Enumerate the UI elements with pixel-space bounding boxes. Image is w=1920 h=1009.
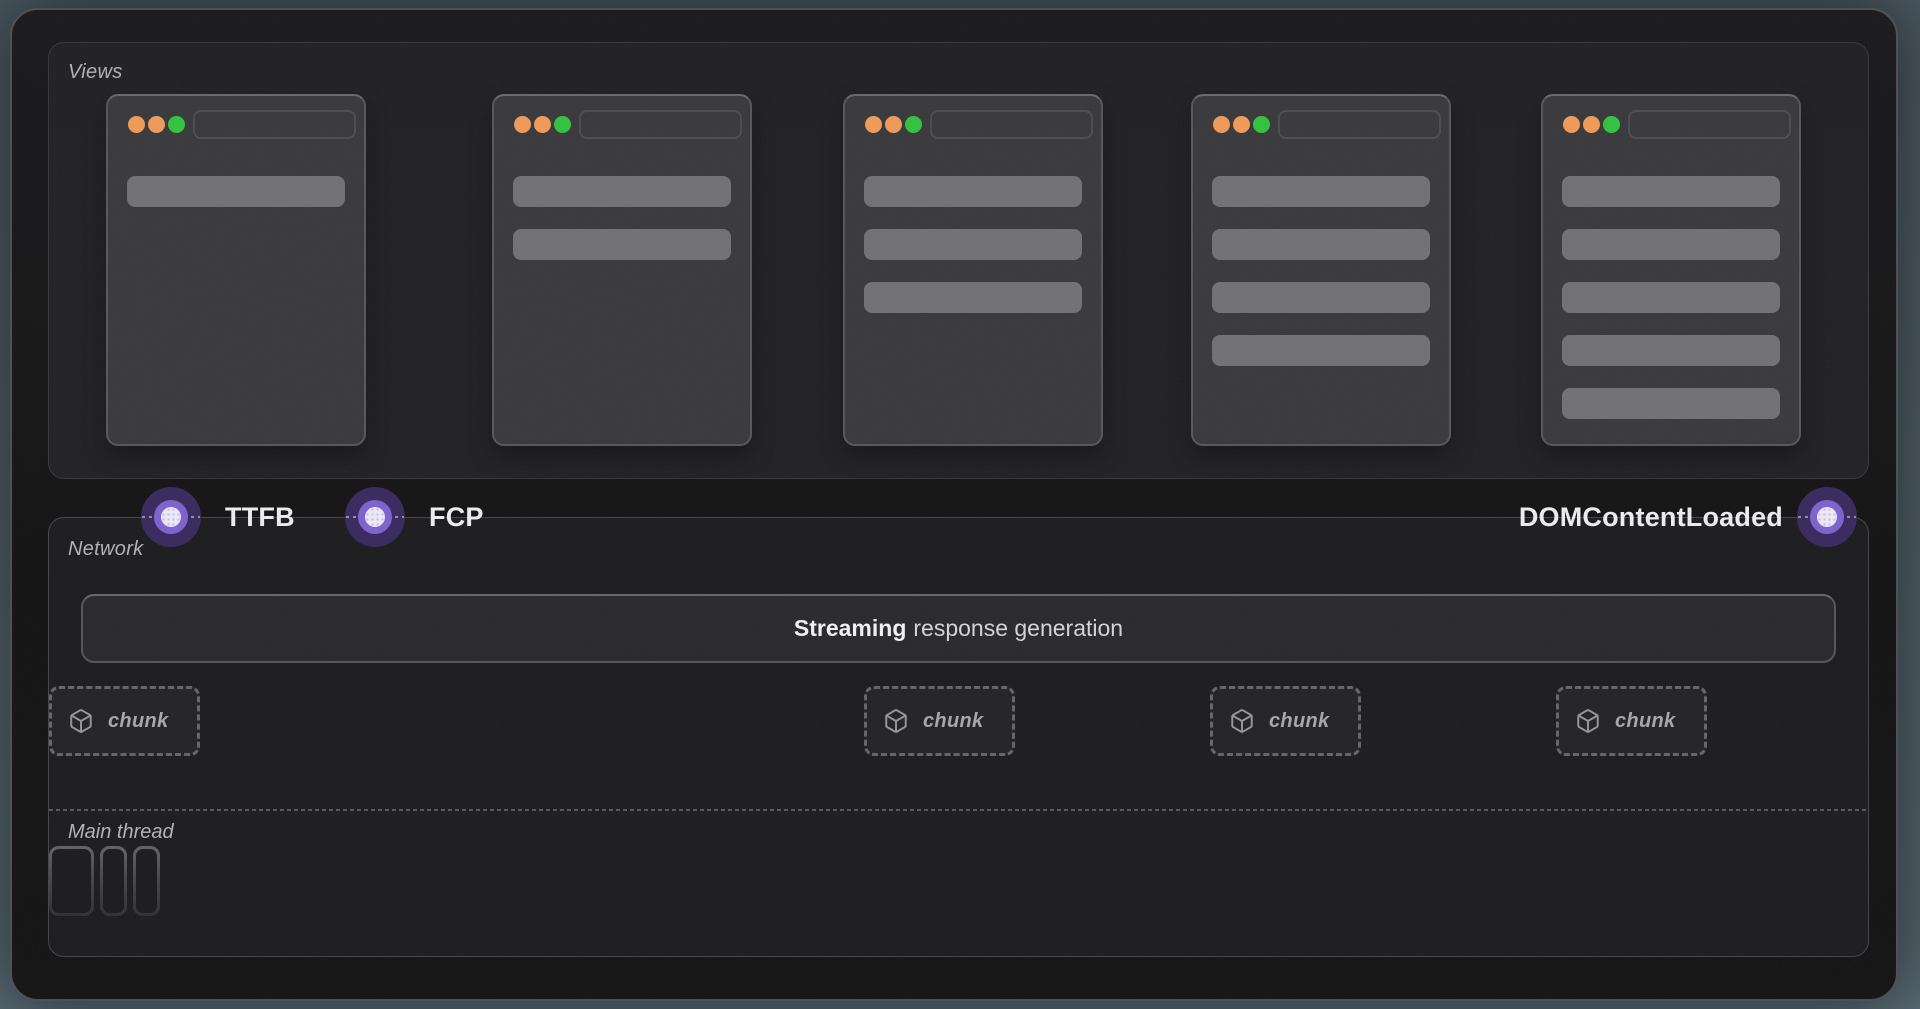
content-skeleton-bar — [1212, 176, 1430, 207]
domcontentloaded-marker-icon — [1797, 487, 1857, 547]
content-skeleton-bar — [1212, 282, 1430, 313]
content-skeleton-bar — [864, 176, 1082, 207]
marker-mid-ring — [154, 500, 188, 534]
content-skeleton-bar — [1562, 335, 1780, 366]
traffic-light-icon — [885, 116, 902, 133]
content-skeleton-bar — [513, 229, 731, 260]
task-block — [100, 846, 127, 916]
chunk-box: chunk — [49, 686, 200, 756]
traffic-light-icon — [168, 116, 185, 133]
views-panel: Views — [48, 42, 1869, 479]
traffic-light-icon — [554, 116, 571, 133]
url-bar — [579, 110, 742, 139]
content-skeleton-bar — [1562, 176, 1780, 207]
content-skeleton-bar — [1562, 388, 1780, 419]
traffic-light-icon — [1583, 116, 1600, 133]
chunk-box: chunk — [1210, 686, 1361, 756]
network-label: Network — [68, 538, 143, 561]
ttfb-marker-icon — [141, 487, 201, 547]
cube-icon — [883, 708, 909, 734]
content-skeleton-bar — [1212, 229, 1430, 260]
cube-icon — [68, 708, 94, 734]
main-thread-divider — [49, 809, 1868, 811]
marker-core-dot — [1817, 507, 1837, 527]
main-thread-label: Main thread — [68, 821, 174, 844]
network-panel: Network Streaming response generation ch… — [48, 517, 1869, 957]
content-skeleton-bar — [127, 176, 345, 207]
window-content-bars — [127, 176, 345, 207]
traffic-light-icon — [865, 116, 882, 133]
marker-mid-ring — [358, 500, 392, 534]
window-content-bars — [864, 176, 1082, 313]
chunk-label: chunk — [923, 710, 983, 733]
chunk-label: chunk — [1269, 710, 1329, 733]
content-skeleton-bar — [1562, 282, 1780, 313]
content-skeleton-bar — [513, 176, 731, 207]
fcp-marker-icon — [345, 487, 405, 547]
traffic-light-icon — [1233, 116, 1250, 133]
fcp-label: FCP — [429, 502, 484, 532]
views-label: Views — [68, 61, 123, 84]
streaming-bar-label: response generation — [913, 615, 1123, 642]
task-group — [49, 846, 160, 916]
window-content-bars — [1562, 176, 1780, 419]
traffic-light-icon — [1563, 116, 1580, 133]
task-block — [133, 846, 160, 916]
browser-window-5 — [1541, 94, 1801, 446]
chunk-box: chunk — [864, 686, 1015, 756]
streaming-response-bar: Streaming response generation — [81, 594, 1836, 663]
traffic-light-icon — [148, 116, 165, 133]
browser-window-2 — [492, 94, 752, 446]
browser-window-1 — [106, 94, 366, 446]
browser-window-4 — [1191, 94, 1451, 446]
chunk-box: chunk — [1556, 686, 1707, 756]
traffic-light-icon — [1603, 116, 1620, 133]
traffic-light-icon — [905, 116, 922, 133]
browser-window-3 — [843, 94, 1103, 446]
traffic-light-icon — [128, 116, 145, 133]
streaming-bar-label-bold: Streaming — [794, 615, 906, 642]
window-content-bars — [1212, 176, 1430, 366]
traffic-light-icon — [534, 116, 551, 133]
marker-core-dot — [161, 507, 181, 527]
traffic-light-icon — [1213, 116, 1230, 133]
marker-core-dot — [365, 507, 385, 527]
content-skeleton-bar — [1562, 229, 1780, 260]
window-content-bars — [513, 176, 731, 260]
content-skeleton-bar — [1212, 335, 1430, 366]
url-bar — [1628, 110, 1791, 139]
cube-icon — [1575, 708, 1601, 734]
url-bar — [193, 110, 356, 139]
task-block — [49, 846, 94, 916]
url-bar — [930, 110, 1093, 139]
url-bar — [1278, 110, 1441, 139]
ttfb-label: TTFB — [225, 502, 295, 532]
chunk-label: chunk — [1615, 710, 1675, 733]
content-skeleton-bar — [864, 229, 1082, 260]
content-skeleton-bar — [864, 282, 1082, 313]
traffic-light-icon — [514, 116, 531, 133]
traffic-light-icon — [1253, 116, 1270, 133]
domcontentloaded-label: DOMContentLoaded — [1519, 502, 1783, 532]
page-background: { "views": { "label": "Views", "traffic_… — [0, 0, 1920, 1009]
chunk-label: chunk — [108, 710, 168, 733]
cube-icon — [1229, 708, 1255, 734]
marker-mid-ring — [1810, 500, 1844, 534]
diagram-container: Views — [10, 8, 1898, 1001]
